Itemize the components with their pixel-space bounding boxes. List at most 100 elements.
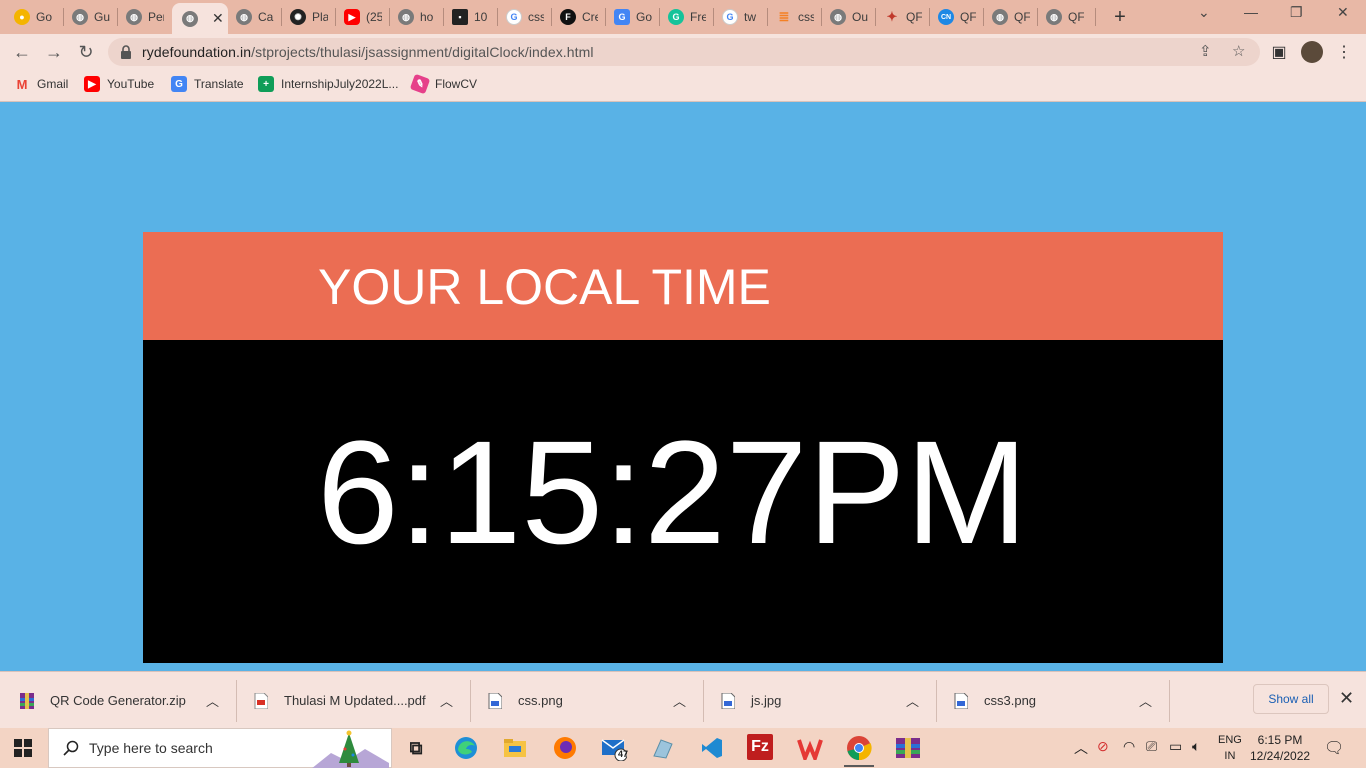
tab[interactable]: ▶ (25 — [334, 0, 390, 34]
f-icon: F — [560, 9, 576, 25]
volume-icon[interactable]: 🔈︎ — [1192, 738, 1200, 755]
chevron-up-icon[interactable]: ︿ — [1139, 672, 1152, 729]
image-file-icon — [488, 692, 503, 709]
download-item[interactable]: Thulasi M Updated....pdf — [254, 672, 426, 729]
chevron-up-icon[interactable]: ︿ — [1074, 738, 1088, 758]
tab[interactable]: ◍ Gu — [62, 0, 118, 34]
youtube-icon: ▶ — [344, 9, 360, 25]
tab-search-icon[interactable]: ⌄ — [1198, 4, 1210, 21]
address-bar[interactable]: rydefoundation.in/stprojects/thulasi/jsa… — [108, 38, 1260, 66]
edge-icon[interactable] — [452, 734, 480, 762]
tab[interactable]: ◍ Ou — [820, 0, 876, 34]
tab[interactable]: G Fre — [658, 0, 714, 34]
chrome-active-indicator — [844, 765, 874, 767]
runner-icon: ✦ — [886, 9, 898, 24]
notifications-icon[interactable]: 🗨︎ — [1324, 738, 1344, 758]
profile-avatar[interactable] — [1300, 40, 1324, 64]
image-file-icon — [721, 692, 736, 709]
chevron-up-icon[interactable]: ︿ — [206, 672, 219, 729]
download-shelf: QR Code Generator.zip ︿ Thulasi M Update… — [0, 671, 1366, 728]
close-shelf-icon[interactable]: ✕ — [1339, 688, 1354, 709]
bookmark-youtube[interactable]: ▶ YouTube — [84, 76, 154, 92]
tab[interactable]: G tw — [712, 0, 768, 34]
task-view-icon[interactable]: ⧉ — [402, 734, 430, 762]
google-icon: G — [722, 9, 738, 25]
download-item[interactable]: QR Code Generator.zip — [20, 672, 186, 729]
taskbar-search[interactable]: Type here to search — [48, 728, 392, 768]
translate-icon: G — [614, 9, 630, 25]
tab[interactable]: ≣ css — [766, 0, 822, 34]
battery-icon[interactable]: ▭ — [1169, 738, 1182, 755]
close-tab-icon[interactable]: ✕ — [212, 10, 224, 27]
translate-icon: G — [171, 76, 187, 92]
tab[interactable]: ● Go — [4, 0, 60, 34]
download-item[interactable]: css3.png — [954, 672, 1036, 729]
search-icon — [63, 740, 79, 756]
tab[interactable]: ◍ ho — [388, 0, 444, 34]
wps-office-icon[interactable] — [796, 734, 824, 762]
tab[interactable]: CN QF — [928, 0, 984, 34]
sheets-icon: + — [258, 76, 274, 92]
tab[interactable]: ◍ Per — [116, 0, 172, 34]
bookmark-flowcv[interactable]: ✎ FlowCV — [409, 73, 477, 95]
tab[interactable]: ◍ Ca — [226, 0, 282, 34]
minimize-button[interactable]: — — [1244, 4, 1258, 20]
url-text: rydefoundation.in/stprojects/thulasi/jsa… — [142, 44, 594, 60]
side-panel-icon[interactable]: ▣ — [1267, 40, 1291, 64]
new-tab-button[interactable]: + — [1110, 6, 1130, 29]
globe-icon: ◍ — [182, 10, 198, 27]
globe-icon: ◍ — [992, 9, 1008, 25]
windows-start-icon[interactable] — [14, 739, 32, 757]
windows-taskbar: Type here to search ⧉ 47 Fz ︿ ⊘ ◠ ⎚ ▭ 🔈︎… — [0, 728, 1366, 768]
clock-time: 6:15:27PM — [317, 411, 1028, 575]
tab-strip: ● Go ◍ Gu ◍ Per ◍ ✕ ◍ Ca ✺ Pla ▶ (25 ◍ h… — [0, 0, 1366, 34]
filezilla-icon[interactable]: Fz — [747, 734, 773, 760]
tab[interactable]: ✦ QF — [874, 0, 930, 34]
globe-icon: ◍ — [830, 9, 846, 25]
tab-active[interactable]: ◍ ✕ — [172, 3, 228, 34]
download-item[interactable]: css.png — [488, 672, 563, 729]
forward-button[interactable]: → — [42, 40, 66, 64]
vscode-icon[interactable] — [698, 734, 726, 762]
share-icon[interactable]: ⇪ — [1199, 42, 1212, 60]
tab[interactable]: G Go — [604, 0, 660, 34]
chevron-up-icon[interactable]: ︿ — [906, 672, 919, 729]
bookmark-star-icon[interactable]: ☆ — [1232, 42, 1245, 60]
tab[interactable]: ◍ QF — [1036, 0, 1092, 34]
meet-icon[interactable]: ⎚ — [1146, 738, 1157, 755]
bookmark-translate[interactable]: G Translate — [171, 76, 244, 92]
bookmark-internship[interactable]: + InternshipJuly2022L... — [258, 76, 398, 92]
christmas-tree-icon — [311, 729, 389, 768]
firefox-icon[interactable] — [551, 734, 579, 762]
image-file-icon — [954, 692, 969, 709]
chevron-up-icon[interactable]: ︿ — [673, 672, 686, 729]
chrome-icon[interactable] — [845, 734, 873, 762]
app-pen-icon[interactable] — [649, 734, 677, 762]
chevron-up-icon[interactable]: ︿ — [440, 672, 453, 729]
tab[interactable]: F Cre — [550, 0, 606, 34]
close-window-button[interactable]: ✕ — [1337, 4, 1349, 21]
youtube-icon: ▶ — [84, 76, 100, 92]
tab[interactable]: ◍ QF — [982, 0, 1038, 34]
menu-icon[interactable]: ⋮ — [1332, 40, 1356, 64]
tab[interactable]: ▪ 10 — [442, 0, 498, 34]
bookmark-gmail[interactable]: M Gmail — [14, 76, 69, 92]
clock-card: YOUR LOCAL TIME 6:15:27PM — [143, 232, 1223, 663]
restore-button[interactable]: ❐ — [1290, 4, 1303, 21]
download-item[interactable]: js.jpg — [721, 672, 781, 729]
globe-icon: ◍ — [398, 9, 414, 25]
tab[interactable]: G css — [496, 0, 552, 34]
search-placeholder: Type here to search — [89, 740, 213, 756]
wifi-icon[interactable]: ◠ — [1123, 738, 1135, 755]
file-explorer-icon[interactable] — [501, 734, 529, 762]
system-clock[interactable]: 6:15 PM 12/24/2022 — [1250, 732, 1310, 764]
winrar-icon[interactable] — [894, 734, 922, 762]
show-all-button[interactable]: Show all — [1253, 684, 1329, 714]
reload-button[interactable]: ↻ — [74, 40, 98, 64]
mail-icon[interactable]: 47 — [600, 734, 628, 762]
back-button[interactable]: ← — [10, 40, 34, 64]
tab[interactable]: ✺ Pla — [280, 0, 336, 34]
language-indicator[interactable]: ENG IN — [1218, 732, 1242, 764]
network-error-icon[interactable]: ⊘ — [1097, 738, 1109, 755]
clock-display: 6:15:27PM — [143, 340, 1223, 663]
